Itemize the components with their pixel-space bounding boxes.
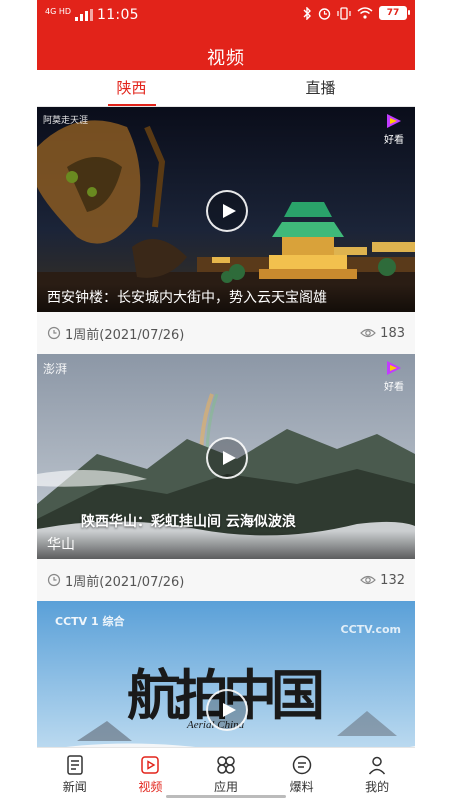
status-time: 11:05 <box>97 7 139 23</box>
play-button[interactable] <box>206 190 248 232</box>
video-meta: 1周前(2021/07/26) 132 <box>37 559 415 601</box>
play-icon <box>222 703 236 717</box>
video-card[interactable]: 阿莫走天涯 好看 西安钟楼：长安城内大街中，势入云天宝阁雄 1周前(2021/0… <box>37 107 415 354</box>
eye-icon <box>360 575 377 585</box>
view-count: 183 <box>360 326 405 341</box>
header: 4G HD 11:05 77 视频 <box>37 0 415 70</box>
apps-icon <box>217 755 235 774</box>
video-thumbnail[interactable]: 澎湃 好看 陕西华山：彩虹挂山间 云海似波浪 华山 <box>37 354 415 559</box>
video-time: 1周前(2021/07/26) <box>47 324 184 343</box>
network-indicator: 4G HD <box>45 7 72 16</box>
video-meta: 1周前(2021/07/26) 183 <box>37 312 415 354</box>
vibrate-icon <box>337 6 351 20</box>
nav-label: 视频 <box>138 779 163 794</box>
news-icon <box>67 754 83 775</box>
nav-label: 应用 <box>213 779 238 794</box>
eye-icon <box>360 328 377 338</box>
haokan-badge: 好看 <box>379 360 409 393</box>
bottom-nav: 新闻 视频 应用 爆料 我的 <box>37 747 415 800</box>
profile-icon <box>369 756 386 774</box>
play-icon <box>222 451 236 465</box>
haokan-label: 好看 <box>384 382 404 393</box>
cctv-com-logo: CCTV.com <box>340 623 401 636</box>
nav-video[interactable]: 视频 <box>113 748 189 800</box>
watermark-text: 澎湃 <box>43 362 68 376</box>
bluetooth-icon <box>303 6 311 20</box>
signal-icon <box>75 9 94 21</box>
clock-icon <box>47 326 61 340</box>
nav-news[interactable]: 新闻 <box>37 748 113 800</box>
video-icon <box>141 755 160 774</box>
nav-label: 我的 <box>365 779 390 794</box>
cctv-logo: CCTV 1 综合 <box>55 615 125 628</box>
status-left: 4G HD 11:05 <box>45 7 139 23</box>
time-ago: 1周前(2021/07/26) <box>65 574 185 590</box>
video-feed: 阿莫走天涯 好看 西安钟楼：长安城内大街中，势入云天宝阁雄 1周前(2021/0… <box>37 107 415 800</box>
tab-live[interactable]: 直播 <box>226 70 415 106</box>
status-right: 77 <box>302 6 410 20</box>
page-title: 视频 <box>207 48 245 69</box>
views-value: 183 <box>380 325 405 341</box>
video-card[interactable]: 澎湃 好看 陕西华山：彩虹挂山间 云海似波浪 华山 1周前(2021/07/26… <box>37 354 415 601</box>
time-ago: 1周前(2021/07/26) <box>65 327 185 343</box>
play-button[interactable] <box>206 437 248 479</box>
haokan-badge: 好看 <box>379 113 409 146</box>
haokan-logo-icon <box>387 361 401 375</box>
nav-apps[interactable]: 应用 <box>188 748 264 800</box>
nav-label: 新闻 <box>62 779 87 794</box>
app-frame: 4G HD 11:05 77 视频 陕西 直播 阿莫走天涯 好看 西安钟楼：长安… <box>37 0 415 800</box>
video-thumbnail[interactable]: 阿莫走天涯 好看 西安钟楼：长安城内大街中，势入云天宝阁雄 <box>37 107 415 312</box>
home-indicator <box>166 795 286 798</box>
watermark-text: 阿莫走天涯 <box>43 116 89 126</box>
haokan-label: 好看 <box>384 135 404 146</box>
nav-label: 爆料 <box>289 779 314 794</box>
nav-profile[interactable]: 我的 <box>339 748 415 800</box>
status-bar: 4G HD 11:05 77 <box>37 0 415 30</box>
video-time: 1周前(2021/07/26) <box>47 571 184 590</box>
video-caption: 陕西华山：彩虹挂山间 云海似波浪 <box>81 514 296 530</box>
play-icon <box>222 204 236 218</box>
video-title: 西安钟楼：长安城内大街中，势入云天宝阁雄 <box>37 284 415 312</box>
haokan-logo-icon <box>387 114 401 128</box>
tab-shaanxi[interactable]: 陕西 <box>37 70 226 106</box>
alarm-icon <box>318 7 331 20</box>
wifi-icon <box>357 7 373 19</box>
view-count: 132 <box>360 573 405 588</box>
nav-tip-off[interactable]: 爆料 <box>264 748 340 800</box>
views-value: 132 <box>380 572 405 588</box>
video-title: 华山 <box>37 531 415 559</box>
play-button[interactable] <box>206 689 248 731</box>
battery-icon: 77 <box>379 6 410 20</box>
category-tabs: 陕西 直播 <box>37 70 415 107</box>
tip-off-icon <box>292 755 311 774</box>
clock-icon <box>47 573 61 587</box>
